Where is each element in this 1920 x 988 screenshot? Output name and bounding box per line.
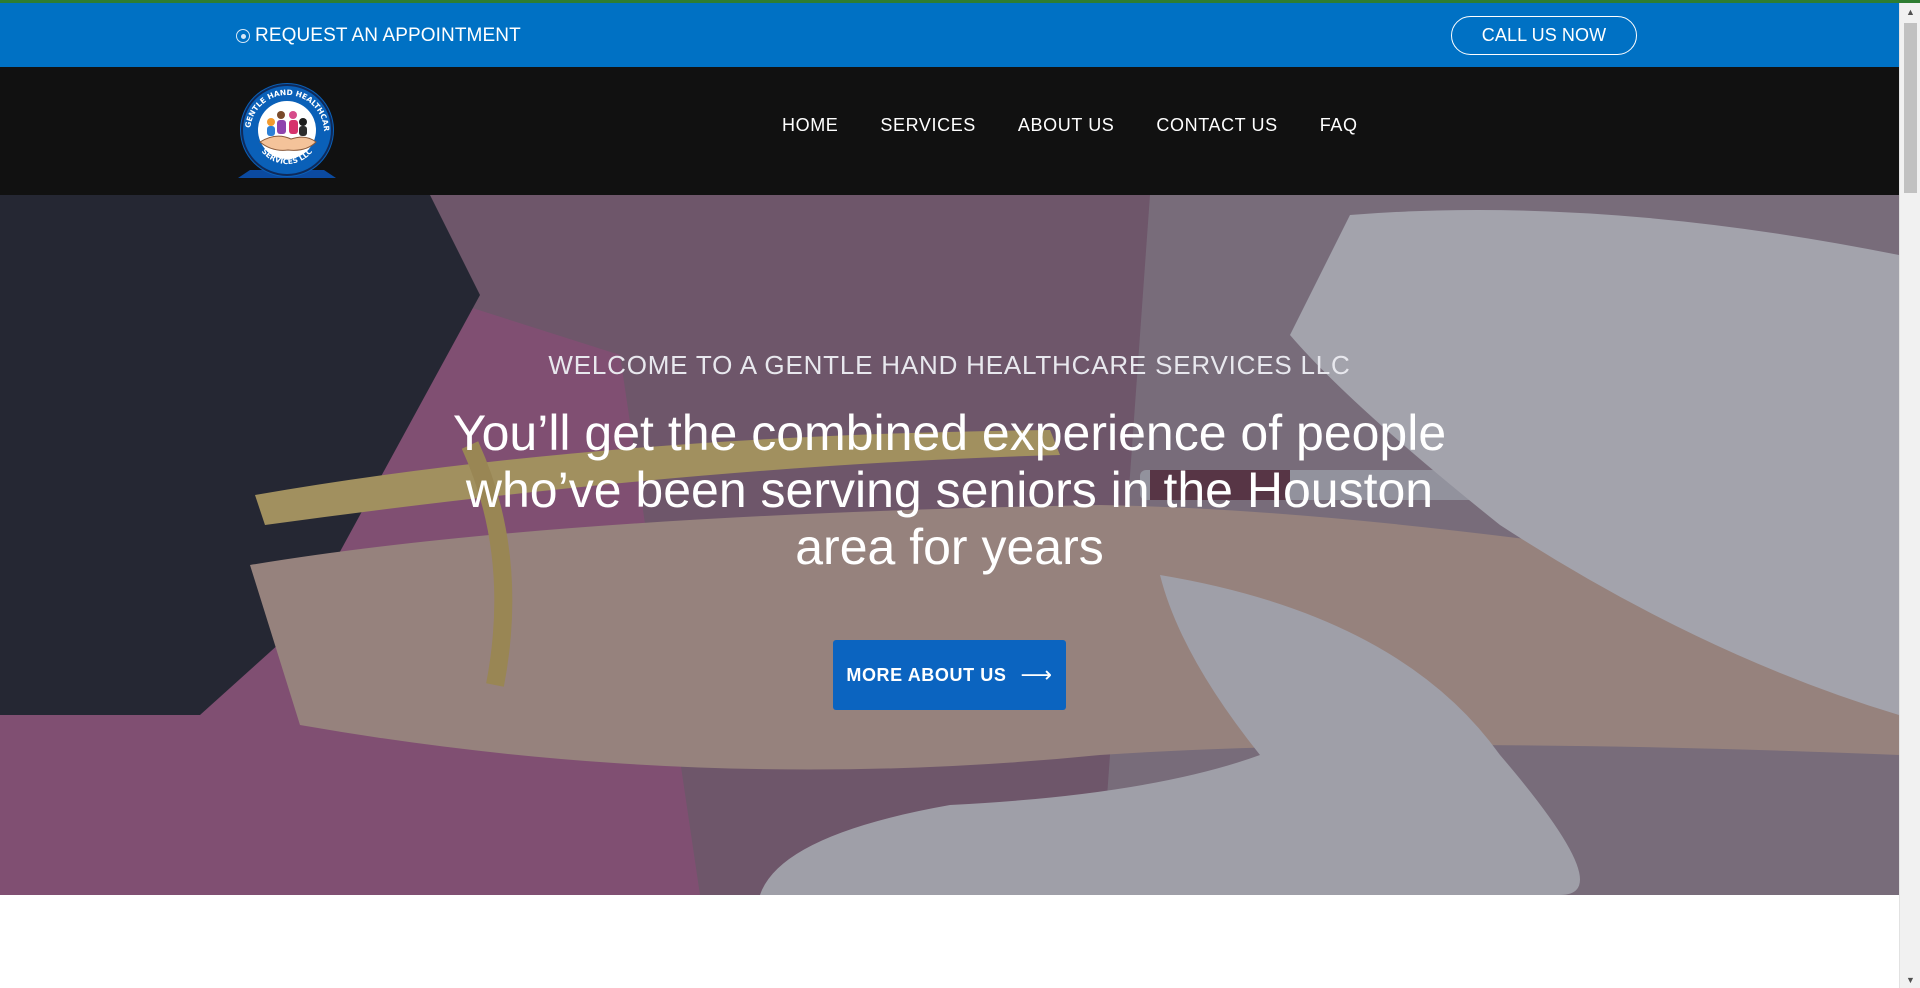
hero-content: WELCOME TO A GENTLE HAND HEALTHCARE SERV… — [0, 195, 1899, 895]
nav-item-contact-us[interactable]: CONTACT US — [1156, 115, 1277, 136]
nav-item-faq[interactable]: FAQ — [1320, 115, 1358, 136]
primary-nav: HOME SERVICES ABOUT US CONTACT US FAQ — [782, 115, 1358, 136]
call-us-button[interactable]: CALL US NOW — [1451, 16, 1637, 55]
request-appointment-link[interactable]: REQUEST AN APPOINTMENT — [236, 25, 521, 47]
more-about-us-label: MORE ABOUT US — [846, 664, 1007, 685]
call-us-label: CALL US NOW — [1481, 25, 1607, 45]
request-appointment-label: REQUEST AN APPOINTMENT — [255, 25, 521, 46]
company-logo[interactable]: A GENTLE HAND HEALTHCARE SERVICES LLC — [236, 82, 338, 180]
nav-item-about-us[interactable]: ABOUT US — [1018, 115, 1115, 136]
vertical-scrollbar[interactable]: ▲ ▼ — [1899, 3, 1920, 988]
hero-headline: You’ll get the combined experience of pe… — [452, 405, 1447, 575]
arrow-right-icon: ⟶ — [1020, 662, 1053, 687]
triangle-down-icon[interactable]: ▼ — [1900, 971, 1920, 988]
nav-item-home[interactable]: HOME — [782, 115, 838, 136]
hero-section: WELCOME TO A GENTLE HAND HEALTHCARE SERV… — [0, 195, 1899, 895]
triangle-up-icon[interactable]: ▲ — [1900, 3, 1920, 20]
scrollbar-thumb[interactable] — [1904, 23, 1917, 193]
page: REQUEST AN APPOINTMENT CALL US NOW A G — [0, 0, 1920, 988]
more-about-us-button[interactable]: MORE ABOUT US ⟶ — [833, 640, 1066, 710]
main-navbar: A GENTLE HAND HEALTHCARE SERVICES LLC HO… — [0, 67, 1899, 195]
top-bar: REQUEST AN APPOINTMENT CALL US NOW — [0, 3, 1899, 67]
nav-item-services[interactable]: SERVICES — [880, 115, 976, 136]
radio-circle-icon — [236, 29, 250, 43]
hero-eyebrow: WELCOME TO A GENTLE HAND HEALTHCARE SERV… — [548, 350, 1351, 380]
